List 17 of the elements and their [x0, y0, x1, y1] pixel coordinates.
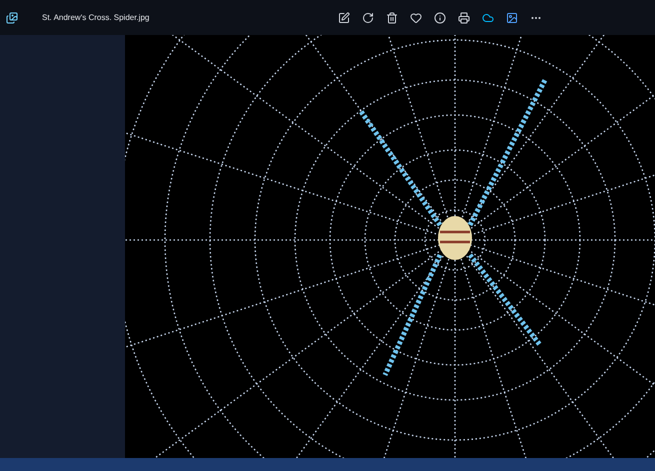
rotate-button[interactable] [361, 10, 375, 24]
image-icon [506, 12, 518, 24]
trash-icon [386, 12, 398, 24]
cloud-icon [482, 12, 494, 24]
window-title: St. Andrew's Cross. Spider.jpg [42, 12, 150, 24]
heart-button[interactable] [409, 10, 423, 24]
heart-icon [410, 12, 422, 24]
printer-icon [458, 12, 470, 24]
image-button[interactable] [505, 10, 519, 24]
edit-button[interactable] [337, 10, 351, 24]
info-icon [434, 12, 446, 24]
photos-app-icon [6, 12, 18, 24]
info-button[interactable] [433, 10, 447, 24]
edit-icon [338, 12, 350, 24]
trash-button[interactable] [385, 10, 399, 24]
printer-button[interactable] [457, 10, 471, 24]
rotate-icon [362, 12, 374, 24]
